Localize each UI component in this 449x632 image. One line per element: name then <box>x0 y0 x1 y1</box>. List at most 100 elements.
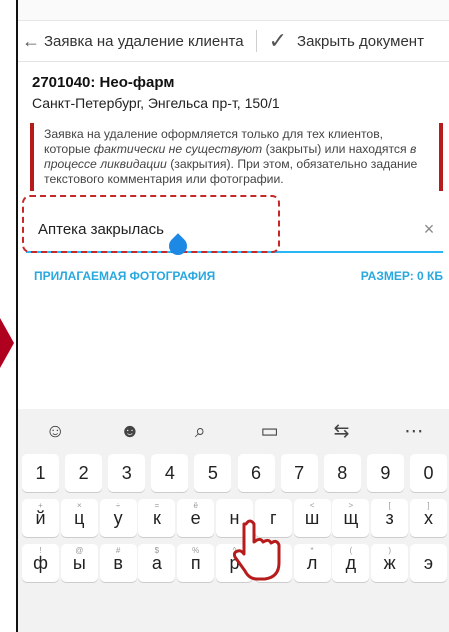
clipboard-icon[interactable]: ▭ <box>261 420 279 443</box>
key-label: в <box>113 552 123 573</box>
key-r3-9[interactable]: ) ж <box>371 544 409 582</box>
key-label: 2 <box>78 462 89 483</box>
back-arrow-icon[interactable]: ← <box>18 31 44 52</box>
app-bar: ← Заявка на удаление клиента ✓ Закрыть д… <box>18 21 449 62</box>
key-r1-2[interactable]: 3 <box>108 454 146 492</box>
key-secondary-symbol: # <box>115 546 121 555</box>
key-r1-6[interactable]: 7 <box>280 454 318 492</box>
key-label: 1 <box>35 462 46 483</box>
key-secondary-symbol: = <box>154 501 160 510</box>
key-label: у <box>113 507 123 528</box>
key-label: 5 <box>207 462 218 483</box>
key-secondary-symbol: + <box>38 501 43 510</box>
status-bar <box>18 0 449 21</box>
key-r2-9[interactable]: [з <box>371 499 409 537</box>
key-r1-7[interactable]: 8 <box>323 454 361 492</box>
attached-photo-label[interactable]: ПРИЛАГАЕМАЯ ФОТОГРАФИЯ <box>34 269 215 283</box>
key-secondary-symbol: [ <box>388 501 391 510</box>
key-r2-0[interactable]: + й <box>22 499 59 537</box>
key-r2-2[interactable]: ÷ у <box>99 499 137 537</box>
key-label: 7 <box>294 462 305 483</box>
photo-size-label: РАЗМЕР: 0 КБ <box>360 269 443 283</box>
key-r1-5[interactable]: 6 <box>237 454 275 492</box>
check-icon[interactable]: ✓ <box>269 28 287 54</box>
search-icon[interactable]: ⌕ <box>195 421 206 443</box>
key-label: е <box>190 507 201 528</box>
key-r2-1[interactable]: × ц <box>60 499 98 537</box>
key-label: л <box>306 552 318 573</box>
photo-section[interactable]: ПРИЛАГАЕМАЯ ФОТОГРАФИЯ РАЗМЕР: 0 КБ <box>34 269 443 283</box>
comment-input[interactable]: Аптека закрылась × <box>22 195 443 259</box>
key-r3-0[interactable]: ! ф <box>22 544 59 582</box>
key-r3-2[interactable]: # в <box>99 544 137 582</box>
key-label: п <box>190 552 201 573</box>
key-r3-7[interactable]: * л <box>293 544 331 582</box>
key-label: з <box>385 507 394 528</box>
key-secondary-symbol: ÷ <box>115 501 121 510</box>
key-secondary-symbol: < <box>309 501 315 510</box>
key-label: й <box>35 507 46 528</box>
key-secondary-symbol: ! <box>39 546 42 555</box>
key-label: д <box>345 552 357 573</box>
key-label: к <box>152 507 161 528</box>
client-address: Санкт-Петербург, Энгельса пр-т, 150/1 <box>32 95 280 111</box>
screen-title: Заявка на удаление клиента <box>44 32 244 50</box>
key-r2-8[interactable]: > щ <box>332 499 370 537</box>
close-document-button[interactable]: Закрыть документ <box>297 33 424 50</box>
key-label: ц <box>74 507 85 528</box>
key-r3-1[interactable]: @ ы <box>60 544 98 582</box>
key-r1-8[interactable]: 9 <box>366 454 404 492</box>
key-label: ф <box>33 552 48 573</box>
highlight-box <box>22 195 280 253</box>
tap-hand-icon <box>232 519 281 581</box>
key-secondary-symbol: ( <box>349 546 353 555</box>
key-secondary-symbol: % <box>192 546 200 555</box>
key-r1-3[interactable]: 4 <box>151 454 189 492</box>
client-name: 2701040: Нео-фарм <box>32 74 175 91</box>
key-label: 9 <box>380 462 391 483</box>
key-label: х <box>423 507 433 528</box>
key-secondary-symbol: ё <box>193 501 198 510</box>
key-label: 0 <box>423 462 434 483</box>
key-label: щ <box>343 507 359 528</box>
key-r3-10[interactable]: э <box>409 544 447 582</box>
key-r2-10[interactable]: ] х <box>409 499 447 537</box>
key-secondary-symbol: $ <box>154 546 160 555</box>
keyboard-toolbar: ☺ ☻ ⌕ ▭ ⇆ ⋯ <box>18 409 449 454</box>
client-info: 2701040: Нео-фарм Санкт-Петербург, Энгел… <box>18 62 449 111</box>
key-r1-1[interactable]: 2 <box>65 454 103 492</box>
note-text-2: (закрыты) или находятся <box>262 142 410 156</box>
key-r2-3[interactable]: = к <box>138 499 176 537</box>
note-emphasis-1: фактически не существуют <box>93 142 263 156</box>
key-label: ы <box>72 552 86 573</box>
translate-icon[interactable]: ⇆ <box>334 420 350 443</box>
more-icon[interactable]: ⋯ <box>404 420 423 443</box>
key-secondary-symbol: × <box>76 501 82 510</box>
emoji-icon[interactable]: ☺ <box>46 421 65 443</box>
key-r3-4[interactable]: % п <box>177 544 215 582</box>
key-secondary-symbol: @ <box>75 546 84 555</box>
sticker-icon[interactable]: ☻ <box>120 421 140 443</box>
clear-icon[interactable]: × <box>415 219 443 240</box>
key-label: 6 <box>251 462 262 483</box>
info-note: Заявка на удаление оформляется только дл… <box>30 123 443 191</box>
key-r1-4[interactable]: 5 <box>194 454 232 492</box>
key-r2-4[interactable]: ёе <box>177 499 215 537</box>
key-label: 8 <box>337 462 348 483</box>
key-label: 4 <box>164 462 175 483</box>
key-secondary-symbol: ] <box>427 501 430 510</box>
key-r3-8[interactable]: (д <box>332 544 370 582</box>
key-label: а <box>151 552 162 573</box>
toolbar-divider <box>255 30 257 52</box>
key-label: ж <box>383 552 396 573</box>
key-r2-7[interactable]: < ш <box>293 499 331 537</box>
key-r1-9[interactable]: 0 <box>409 454 447 492</box>
red-pointer-marker <box>0 318 14 368</box>
key-secondary-symbol: > <box>348 501 354 510</box>
key-r3-3[interactable]: $ а <box>138 544 176 582</box>
keyboard-row-1: 1 2 3 4 5 6 7 8 9 0 <box>18 454 449 492</box>
key-secondary-symbol: ) <box>388 546 391 555</box>
key-label: 3 <box>121 462 132 483</box>
key-label: э <box>423 552 434 573</box>
key-r1-0[interactable]: 1 <box>22 454 59 492</box>
